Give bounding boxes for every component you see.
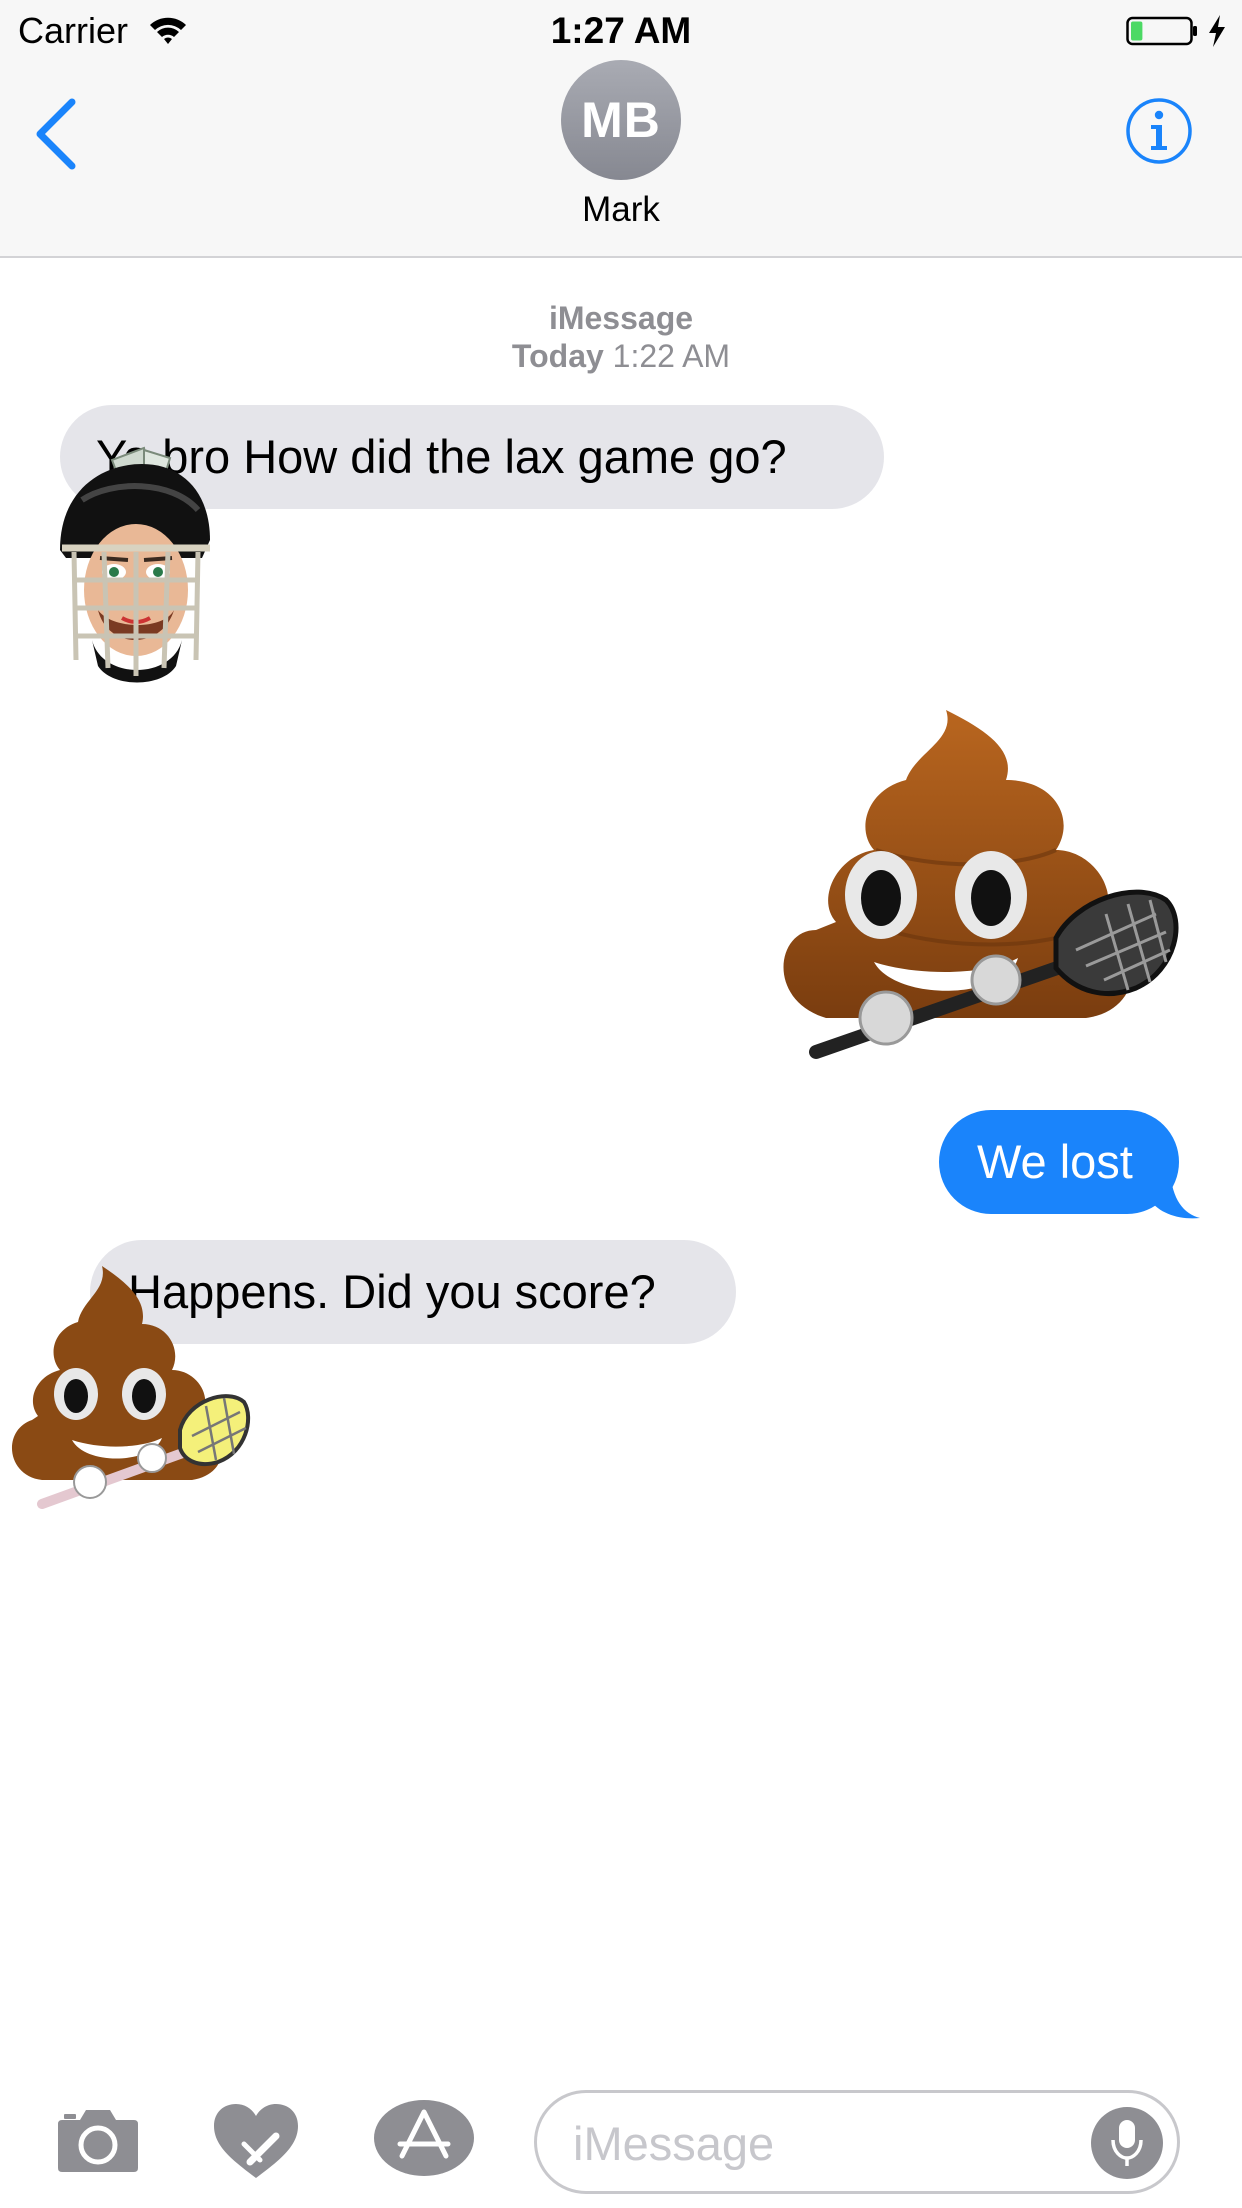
contact-name[interactable]: Mark [0,190,1242,230]
conversation-timestamp: Today 1:22 AM [0,338,1242,375]
app-store-icon[interactable] [372,2098,476,2178]
timestamp-time: 1:22 AM [612,338,731,374]
timestamp-day: Today [511,338,604,374]
message-input-bar [0,2060,1242,2208]
info-icon[interactable] [1124,96,1194,166]
charging-bolt-icon [1209,15,1225,47]
digital-touch-heart-icon[interactable] [212,2102,300,2182]
contact-avatar[interactable]: MB [561,60,681,180]
status-bar: Carrier 1:27 AM [0,0,1242,60]
poop-lacrosse-sticker[interactable] [756,700,1196,1060]
message-list[interactable]: iMessage Today 1:22 AM Yo bro How did th… [0,260,1242,2060]
camera-icon[interactable] [56,2106,140,2174]
message-field[interactable] [534,2090,1180,2194]
status-time: 1:27 AM [550,10,692,51]
battery-icon [1126,16,1197,46]
service-label: iMessage [548,300,694,336]
microphone-icon [1111,2120,1143,2166]
message-input[interactable] [573,2115,1093,2171]
lacrosse-helmet-sticker[interactable] [52,440,216,690]
outgoing-message-bubble[interactable]: We lost [939,1110,1179,1214]
back-chevron-icon[interactable] [26,94,86,174]
poop-lacrosse-sticker[interactable] [2,1260,252,1510]
battery-level-fill [1131,21,1143,41]
microphone-button[interactable] [1091,2107,1163,2179]
navigation-bar: MB Mark [0,60,1242,258]
bubble-tail [1150,1170,1200,1219]
